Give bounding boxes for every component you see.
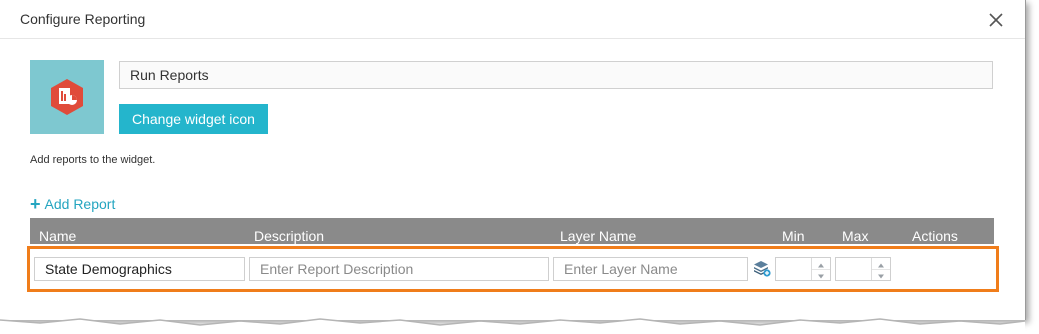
reports-table-header: Name Description Layer Name Min Max Acti…: [30, 218, 994, 244]
change-widget-icon-button[interactable]: Change widget icon: [119, 104, 268, 134]
min-scale-stepper[interactable]: [775, 257, 831, 281]
report-widget-icon: [51, 79, 83, 115]
column-header-description: Description: [254, 228, 325, 244]
column-header-name: Name: [39, 228, 77, 244]
layer-name-input[interactable]: [553, 257, 748, 281]
column-header-actions: Actions: [912, 228, 958, 244]
plus-icon: +: [30, 194, 41, 214]
min-decrement-arrow-icon[interactable]: [812, 269, 830, 280]
min-stepper-buttons: [811, 258, 830, 280]
report-name-input[interactable]: [34, 257, 245, 281]
column-header-min: Min: [782, 228, 805, 244]
column-header-max: Max: [842, 228, 869, 244]
max-scale-stepper[interactable]: [835, 257, 891, 281]
column-header-layer-name: Layer Name: [560, 228, 637, 244]
dialog-title: Configure Reporting: [20, 11, 146, 27]
layer-select-icon[interactable]: [753, 259, 771, 277]
add-report-button[interactable]: + Add Report: [30, 194, 115, 215]
add-report-label: Add Report: [44, 196, 116, 212]
report-description-input[interactable]: [249, 257, 549, 281]
max-stepper-buttons: [871, 258, 890, 280]
close-icon[interactable]: [985, 9, 1007, 31]
widget-icon-preview: [30, 60, 104, 134]
max-decrement-arrow-icon[interactable]: [872, 269, 890, 280]
dialog-header: Configure Reporting: [0, 0, 1025, 39]
add-reports-hint: Add reports to the widget.: [30, 154, 156, 166]
configure-reporting-dialog: Configure Reporting Change widget icon A…: [0, 0, 1026, 320]
widget-name-input[interactable]: [119, 61, 993, 89]
torn-edge-decoration: [0, 318, 1026, 334]
